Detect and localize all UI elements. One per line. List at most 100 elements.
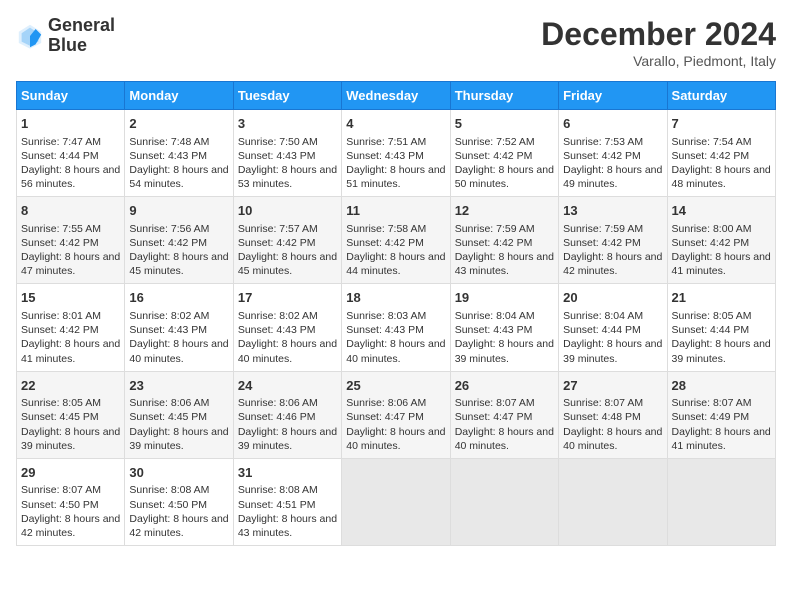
sunrise-text: Sunrise: 8:07 AM <box>455 396 554 410</box>
daylight-text: Daylight: 8 hours and 40 minutes. <box>238 337 337 365</box>
day-number: 25 <box>346 377 445 395</box>
calendar-cell <box>559 458 667 545</box>
sunrise-text: Sunrise: 7:59 AM <box>455 222 554 236</box>
sunrise-text: Sunrise: 7:54 AM <box>672 135 771 149</box>
page-header: General Blue December 2024 Varallo, Pied… <box>16 16 776 69</box>
sunset-text: Sunset: 4:43 PM <box>455 323 554 337</box>
daylight-text: Daylight: 8 hours and 43 minutes. <box>455 250 554 278</box>
calendar-week-5: 29Sunrise: 8:07 AMSunset: 4:50 PMDayligh… <box>17 458 776 545</box>
day-number: 21 <box>672 289 771 307</box>
calendar-cell: 24Sunrise: 8:06 AMSunset: 4:46 PMDayligh… <box>233 371 341 458</box>
sunset-text: Sunset: 4:49 PM <box>672 410 771 424</box>
sunrise-text: Sunrise: 8:07 AM <box>672 396 771 410</box>
sunrise-text: Sunrise: 8:04 AM <box>563 309 662 323</box>
day-number: 15 <box>21 289 120 307</box>
calendar-cell: 3Sunrise: 7:50 AMSunset: 4:43 PMDaylight… <box>233 110 341 197</box>
calendar-cell: 14Sunrise: 8:00 AMSunset: 4:42 PMDayligh… <box>667 197 775 284</box>
sunrise-text: Sunrise: 8:05 AM <box>21 396 120 410</box>
calendar-cell: 1Sunrise: 7:47 AMSunset: 4:44 PMDaylight… <box>17 110 125 197</box>
daylight-text: Daylight: 8 hours and 48 minutes. <box>672 163 771 191</box>
day-number: 12 <box>455 202 554 220</box>
day-number: 31 <box>238 464 337 482</box>
day-number: 1 <box>21 115 120 133</box>
daylight-text: Daylight: 8 hours and 39 minutes. <box>129 425 228 453</box>
sunrise-text: Sunrise: 8:06 AM <box>346 396 445 410</box>
day-number: 13 <box>563 202 662 220</box>
month-title: December 2024 <box>541 16 776 53</box>
calendar-cell: 25Sunrise: 8:06 AMSunset: 4:47 PMDayligh… <box>342 371 450 458</box>
calendar-header: Sunday Monday Tuesday Wednesday Thursday… <box>17 82 776 110</box>
sunrise-text: Sunrise: 7:48 AM <box>129 135 228 149</box>
day-number: 4 <box>346 115 445 133</box>
sunrise-text: Sunrise: 8:04 AM <box>455 309 554 323</box>
calendar-cell <box>450 458 558 545</box>
day-number: 30 <box>129 464 228 482</box>
daylight-text: Daylight: 8 hours and 39 minutes. <box>238 425 337 453</box>
sunrise-text: Sunrise: 7:57 AM <box>238 222 337 236</box>
sunset-text: Sunset: 4:42 PM <box>563 149 662 163</box>
day-number: 7 <box>672 115 771 133</box>
calendar-cell: 15Sunrise: 8:01 AMSunset: 4:42 PMDayligh… <box>17 284 125 371</box>
calendar-cell: 27Sunrise: 8:07 AMSunset: 4:48 PMDayligh… <box>559 371 667 458</box>
calendar-cell: 8Sunrise: 7:55 AMSunset: 4:42 PMDaylight… <box>17 197 125 284</box>
sunset-text: Sunset: 4:43 PM <box>129 323 228 337</box>
calendar-cell: 5Sunrise: 7:52 AMSunset: 4:42 PMDaylight… <box>450 110 558 197</box>
daylight-text: Daylight: 8 hours and 47 minutes. <box>21 250 120 278</box>
col-friday: Friday <box>559 82 667 110</box>
sunset-text: Sunset: 4:42 PM <box>455 236 554 250</box>
calendar-cell: 28Sunrise: 8:07 AMSunset: 4:49 PMDayligh… <box>667 371 775 458</box>
day-number: 10 <box>238 202 337 220</box>
day-number: 16 <box>129 289 228 307</box>
daylight-text: Daylight: 8 hours and 54 minutes. <box>129 163 228 191</box>
daylight-text: Daylight: 8 hours and 40 minutes. <box>346 425 445 453</box>
sunset-text: Sunset: 4:45 PM <box>129 410 228 424</box>
calendar-cell: 10Sunrise: 7:57 AMSunset: 4:42 PMDayligh… <box>233 197 341 284</box>
calendar-week-1: 1 Sunrise: 7:47 AMSunset: 4:44 PM Daylight… <box>17 110 776 197</box>
day-number: 17 <box>238 289 337 307</box>
calendar-cell: 4Sunrise: 7:51 AMSunset: 4:43 PMDaylight… <box>342 110 450 197</box>
sunrise-text: Sunrise: 7:51 AM <box>346 135 445 149</box>
daylight-text: Daylight: 8 hours and 41 minutes. <box>21 337 120 365</box>
sunrise-text: Sunrise: 8:06 AM <box>238 396 337 410</box>
sunset-text: Sunset: 4:42 PM <box>563 236 662 250</box>
daylight-text: Daylight: 8 hours and 40 minutes. <box>563 425 662 453</box>
sunset-text: Sunset: 4:50 PM <box>129 498 228 512</box>
day-number: 19 <box>455 289 554 307</box>
day-number: 26 <box>455 377 554 395</box>
daylight-text: Daylight: 8 hours and 40 minutes. <box>455 425 554 453</box>
sunset-text: Sunset: 4:44 PM <box>21 149 120 163</box>
calendar-cell: 18Sunrise: 8:03 AMSunset: 4:43 PMDayligh… <box>342 284 450 371</box>
calendar-cell: 12 Sunrise: 7:59 AMSunset: 4:42 PMDayligh… <box>450 197 558 284</box>
sunrise-text: Sunrise: 7:55 AM <box>21 222 120 236</box>
day-number: 27 <box>563 377 662 395</box>
sunset-text: Sunset: 4:43 PM <box>238 149 337 163</box>
col-monday: Monday <box>125 82 233 110</box>
sunrise-text: Sunrise: 8:07 AM <box>21 483 120 497</box>
sunrise-text: Sunrise: 7:52 AM <box>455 135 554 149</box>
logo-text: General Blue <box>48 16 115 56</box>
calendar-cell <box>342 458 450 545</box>
sunrise-text: Sunrise: 7:53 AM <box>563 135 662 149</box>
sunset-text: Sunset: 4:46 PM <box>238 410 337 424</box>
sunset-text: Sunset: 4:47 PM <box>455 410 554 424</box>
sunrise-text: Sunrise: 8:08 AM <box>129 483 228 497</box>
sunset-text: Sunset: 4:42 PM <box>238 236 337 250</box>
sunset-text: Sunset: 4:45 PM <box>21 410 120 424</box>
title-block: December 2024 Varallo, Piedmont, Italy <box>541 16 776 69</box>
calendar-week-3: 15Sunrise: 8:01 AMSunset: 4:42 PMDayligh… <box>17 284 776 371</box>
logo-line1: General <box>48 16 115 36</box>
calendar-cell: 19 Sunrise: 8:04 AMSunset: 4:43 PMDayligh… <box>450 284 558 371</box>
sunrise-text: Sunrise: 8:06 AM <box>129 396 228 410</box>
sunrise-text: Sunrise: 8:02 AM <box>129 309 228 323</box>
sunset-text: Sunset: 4:44 PM <box>563 323 662 337</box>
sunset-text: Sunset: 4:43 PM <box>129 149 228 163</box>
day-number: 22 <box>21 377 120 395</box>
day-number: 11 <box>346 202 445 220</box>
daylight-text: Daylight: 8 hours and 39 minutes. <box>455 337 554 365</box>
daylight-text: Daylight: 8 hours and 50 minutes. <box>455 163 554 191</box>
calendar-cell: 30Sunrise: 8:08 AMSunset: 4:50 PMDayligh… <box>125 458 233 545</box>
calendar-cell: 31Sunrise: 8:08 AMSunset: 4:51 PMDayligh… <box>233 458 341 545</box>
sunrise-text: Sunrise: 7:47 AM <box>21 135 120 149</box>
col-sunday: Sunday <box>17 82 125 110</box>
header-row: Sunday Monday Tuesday Wednesday Thursday… <box>17 82 776 110</box>
